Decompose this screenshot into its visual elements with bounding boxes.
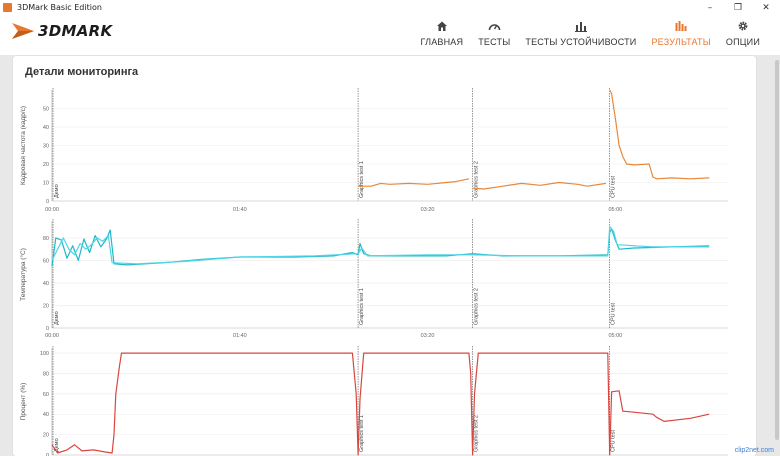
test-marker-label: Демо (54, 184, 60, 198)
logo[interactable]: 3DMARK (12, 21, 112, 41)
app-icon (3, 3, 12, 12)
home-icon (436, 18, 448, 33)
nav-item-home[interactable]: ГЛАВНАЯ (421, 15, 464, 55)
x-tick-label: 03:20 (421, 333, 435, 339)
y-tick-label: 10 (43, 181, 49, 187)
top-navigation: 3DMARK ГЛАВНАЯ ТЕСТЫ ТЕСТЫ УСТОЙЧИВОСТИ … (0, 15, 780, 55)
nav-item-results[interactable]: РЕЗУЛЬТАТЫ (651, 15, 711, 55)
y-tick-label: 30 (43, 144, 49, 150)
nav-label-home: ГЛАВНАЯ (420, 37, 464, 47)
y-tick-label: 40 (43, 125, 49, 131)
x-tick-label: 05:00 (608, 207, 622, 213)
y-tick-label: 60 (43, 392, 49, 398)
y-axis-label: Кадровая частота (кадр/с) (20, 106, 27, 185)
test-marker-label: Демо (54, 311, 60, 325)
series-line (472, 181, 606, 190)
x-tick-label: 05:00 (608, 333, 622, 339)
y-tick-label: 60 (43, 258, 49, 264)
test-marker-label: Graphics test 2 (474, 161, 480, 198)
nav-item-stress-tests[interactable]: ТЕСТЫ УСТОЙЧИВОСТИ (525, 15, 636, 55)
nav-label-tests: ТЕСТЫ (478, 37, 511, 47)
test-marker-label: Graphics test 1 (359, 288, 365, 325)
chart-3: 020406080100Процент (%)Демо Graphics test… (20, 346, 728, 456)
y-tick-label: 40 (43, 281, 49, 287)
gauge-icon (488, 18, 501, 33)
test-marker-label: Graphics test 1 (359, 161, 365, 198)
series-line (51, 226, 710, 265)
nav-label-stress-tests: ТЕСТЫ УСТОЙЧИВОСТИ (525, 37, 637, 47)
scrollbar[interactable] (775, 60, 779, 440)
monitoring-charts: 0 10 20 30 40 50 Кадровая частота (кадр/с) 00:0… (19, 88, 728, 456)
logo-icon (12, 23, 34, 39)
x-tick-label: 00:00 (45, 333, 59, 339)
test-marker-label: Graphics test 2 (474, 288, 480, 325)
chart-2: 0 20 40 60 80 Температура (°C) 00:00 01:40 03:20… (19, 219, 728, 339)
nav-menu: ГЛАВНАЯ ТЕСТЫ ТЕСТЫ УСТОЙЧИВОСТИ РЕЗУЛЬТ… (406, 15, 760, 55)
y-tick-label: 40 (43, 412, 49, 418)
nav-label-results: РЕЗУЛЬТАТЫ (651, 37, 711, 47)
test-marker-label: CPU test (611, 176, 617, 198)
x-tick-label: 01:40 (233, 207, 247, 213)
nav-item-options[interactable]: ОПЦИИ (726, 15, 760, 55)
y-tick-label: 50 (43, 107, 49, 113)
window-title: 3DMark Basic Edition (17, 3, 102, 12)
y-tick-label: 20 (43, 162, 49, 168)
y-tick-label: 80 (43, 371, 49, 377)
test-marker-label: Graphics test 2 (474, 415, 480, 452)
watermark: clip2net.com (734, 447, 774, 454)
results-icon (675, 18, 688, 33)
close-button[interactable]: ✕ (752, 0, 780, 15)
gear-icon (737, 18, 749, 33)
y-tick-label: 0 (46, 199, 49, 205)
x-tick-label: 01:40 (233, 333, 247, 339)
minimize-button[interactable]: – (696, 0, 724, 15)
nav-label-options: ОПЦИИ (725, 37, 760, 47)
series-line (51, 352, 710, 456)
test-marker-label: Graphics test 1 (359, 415, 365, 452)
y-tick-label: 80 (43, 236, 49, 242)
y-tick-label: 100 (40, 351, 49, 357)
maximize-button[interactable]: ❐ (724, 0, 752, 15)
window-controls: – ❐ ✕ (696, 0, 780, 15)
y-axis-label: Температура (°C) (19, 248, 27, 301)
nav-item-tests[interactable]: ТЕСТЫ (478, 15, 510, 55)
logo-text: 3DMARK (38, 22, 113, 40)
monitoring-details-panel: Детали мониторинга 0 10 20 30 40 50 Кадровая ч… (13, 56, 756, 456)
y-tick-label: 20 (43, 433, 49, 439)
bars-icon (574, 18, 587, 33)
y-axis-label: Процент (%) (20, 383, 27, 421)
test-marker-label: CPU test (611, 430, 617, 452)
series-line (609, 89, 710, 180)
title-bar: 3DMark Basic Edition – ❐ ✕ (0, 0, 780, 15)
test-marker-label: CPU test (611, 303, 617, 325)
y-tick-label: 20 (43, 303, 49, 309)
y-tick-label: 0 (46, 326, 49, 332)
x-tick-label: 00:00 (45, 207, 59, 213)
chart-1: 0 10 20 30 40 50 Кадровая частота (кадр/с) 00:0… (20, 88, 728, 213)
x-tick-label: 03:20 (421, 207, 435, 213)
